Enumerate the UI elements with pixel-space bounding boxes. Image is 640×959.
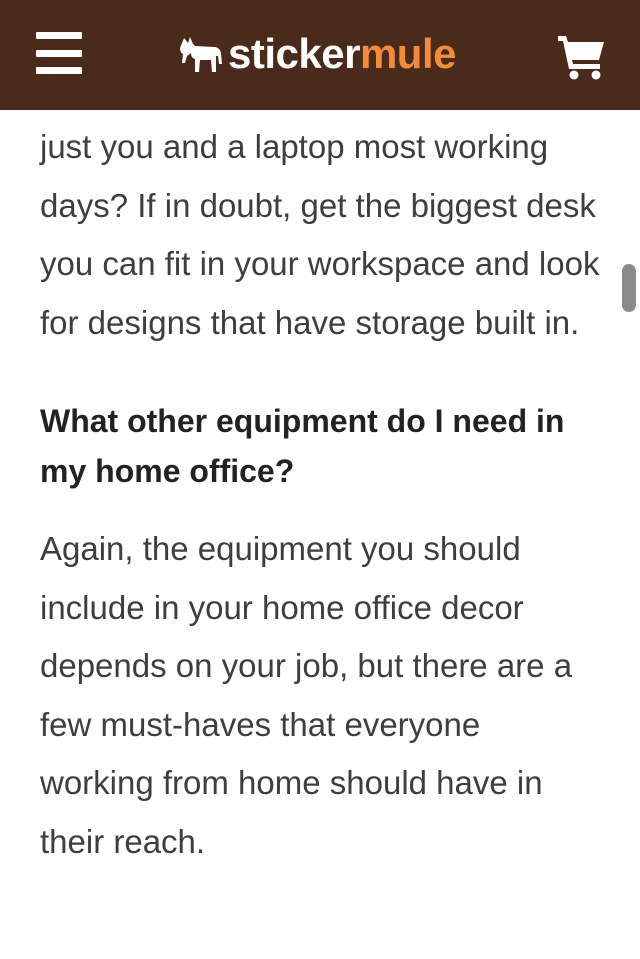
stickermule-logo[interactable]: stickermule [178,26,456,82]
hamburger-menu-icon[interactable] [36,32,82,74]
article-paragraph: just you and a laptop most working days?… [40,128,600,341]
scrollbar-thumb[interactable] [622,264,636,312]
article-paragraph: Again, the equipment you should include … [40,530,573,860]
logo-text-sticker: sticker [228,30,360,77]
logo-text-mule: mule [359,30,457,77]
shopping-cart-icon[interactable] [556,34,606,80]
mule-logo-icon [180,37,222,72]
article-subheading: What other equipment do I need in my hom… [40,403,565,489]
logo-wordmark: stickermule [228,26,456,82]
article-body: just you and a laptop most working days?… [40,118,600,871]
top-nav-bar: stickermule [0,0,640,110]
